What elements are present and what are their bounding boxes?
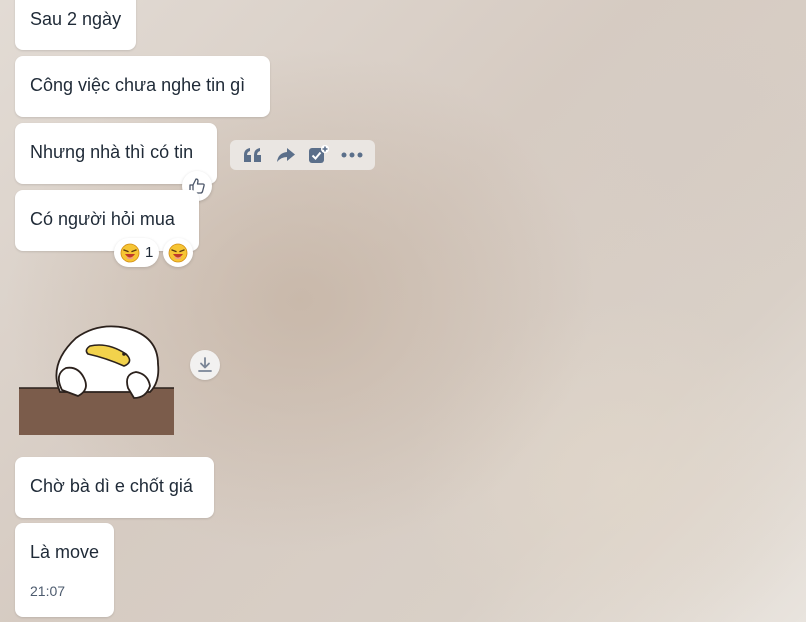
message-text: Có người hỏi mua	[30, 209, 175, 229]
message-timestamp: 21:07	[30, 583, 66, 599]
message-text: Sau 2 ngày	[30, 9, 122, 29]
message-text: Chờ bà dì e chốt giá	[30, 476, 193, 496]
message-action-toolbar	[230, 140, 375, 170]
add-task-icon	[309, 145, 330, 163]
message-bubble[interactable]: Công việc chưa nghe tin gì	[15, 56, 270, 117]
more-icon	[341, 152, 363, 158]
laughing-face-emoji	[168, 243, 188, 262]
quote-reply-button[interactable]	[239, 141, 267, 169]
reaction-summary[interactable]: 1	[114, 238, 159, 267]
forward-icon	[276, 148, 295, 162]
message-text: Nhưng nhà thì có tin	[30, 142, 194, 162]
quote-icon	[243, 148, 261, 162]
message-bubble[interactable]: Chờ bà dì e chốt giá	[15, 457, 214, 518]
laughing-face-emoji	[120, 243, 140, 262]
forward-button[interactable]	[272, 141, 300, 169]
message-text: Là move	[30, 542, 100, 562]
download-icon	[198, 357, 212, 372]
add-task-button[interactable]	[305, 141, 333, 169]
message-bubble[interactable]: Là move 21:07	[15, 523, 114, 617]
message-text: Công việc chưa nghe tin gì	[30, 75, 246, 95]
more-options-button[interactable]	[338, 141, 366, 169]
reaction-count: 1	[145, 244, 154, 261]
message-bubble[interactable]: Sau 2 ngày	[15, 0, 136, 50]
download-button[interactable]	[190, 350, 220, 380]
duck-sticker[interactable]	[18, 318, 176, 436]
react-laugh-button[interactable]	[163, 238, 193, 267]
